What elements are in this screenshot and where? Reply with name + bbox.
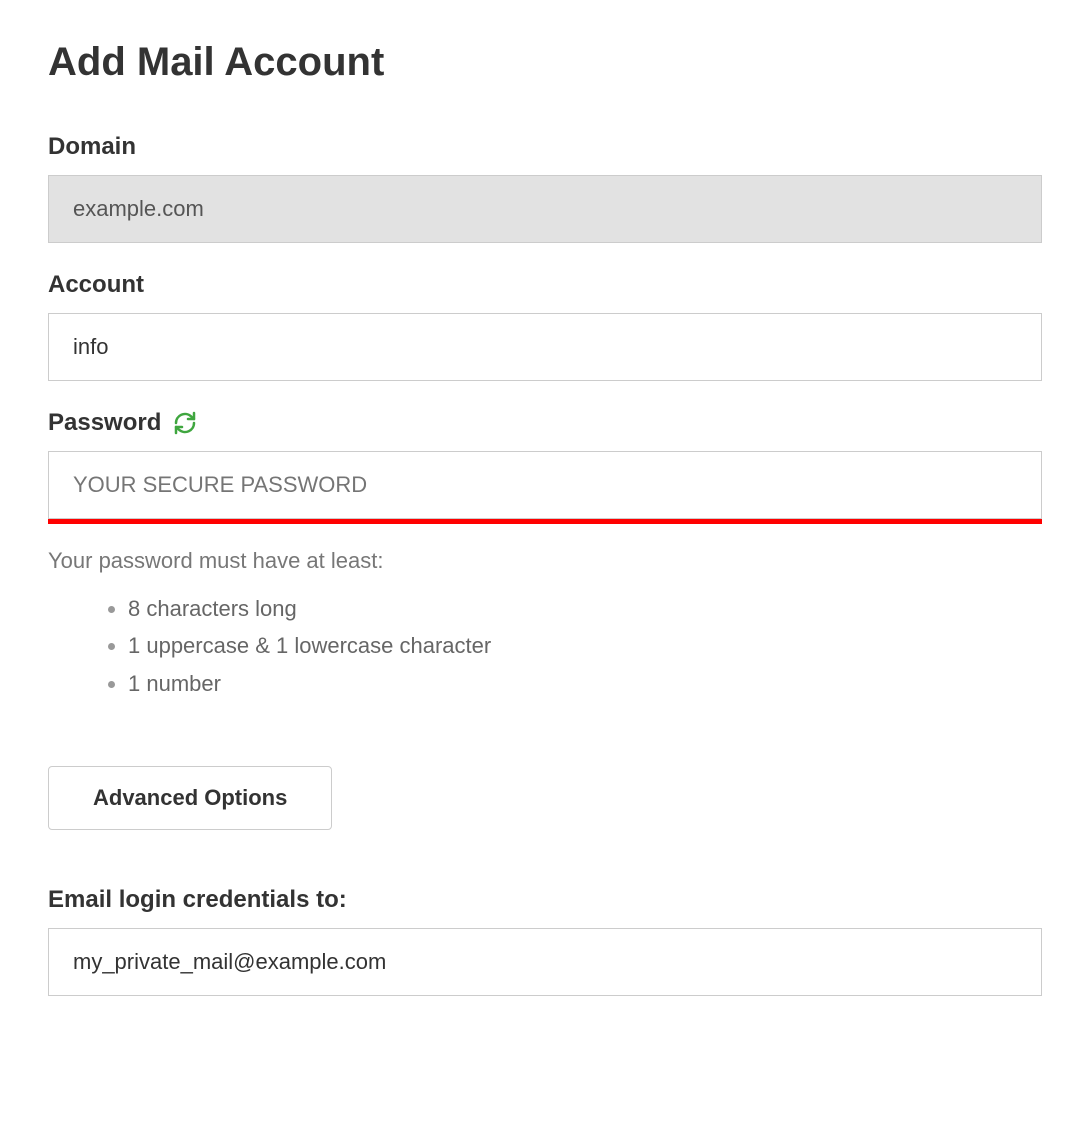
password-input[interactable]	[48, 451, 1042, 519]
account-label: Account	[48, 271, 1042, 299]
refresh-icon[interactable]	[173, 411, 197, 435]
advanced-options-button[interactable]: Advanced Options	[48, 766, 332, 830]
password-field-group: Password Your password must have at leas…	[48, 409, 1042, 702]
password-req-item: 1 number	[128, 665, 1042, 702]
password-label: Password	[48, 409, 161, 437]
domain-input	[48, 175, 1042, 243]
email-credentials-input[interactable]	[48, 928, 1042, 996]
domain-label: Domain	[48, 133, 1042, 161]
account-input[interactable]	[48, 313, 1042, 381]
email-credentials-field-group: Email login credentials to:	[48, 886, 1042, 996]
domain-field-group: Domain	[48, 133, 1042, 243]
page-title: Add Mail Account	[48, 40, 1042, 85]
password-helper-text: Your password must have at least:	[48, 548, 1042, 574]
email-credentials-label: Email login credentials to:	[48, 886, 1042, 914]
account-field-group: Account	[48, 271, 1042, 381]
password-req-item: 1 uppercase & 1 lowercase character	[128, 627, 1042, 664]
password-requirements-list: 8 characters long 1 uppercase & 1 lowerc…	[48, 590, 1042, 702]
password-req-item: 8 characters long	[128, 590, 1042, 627]
